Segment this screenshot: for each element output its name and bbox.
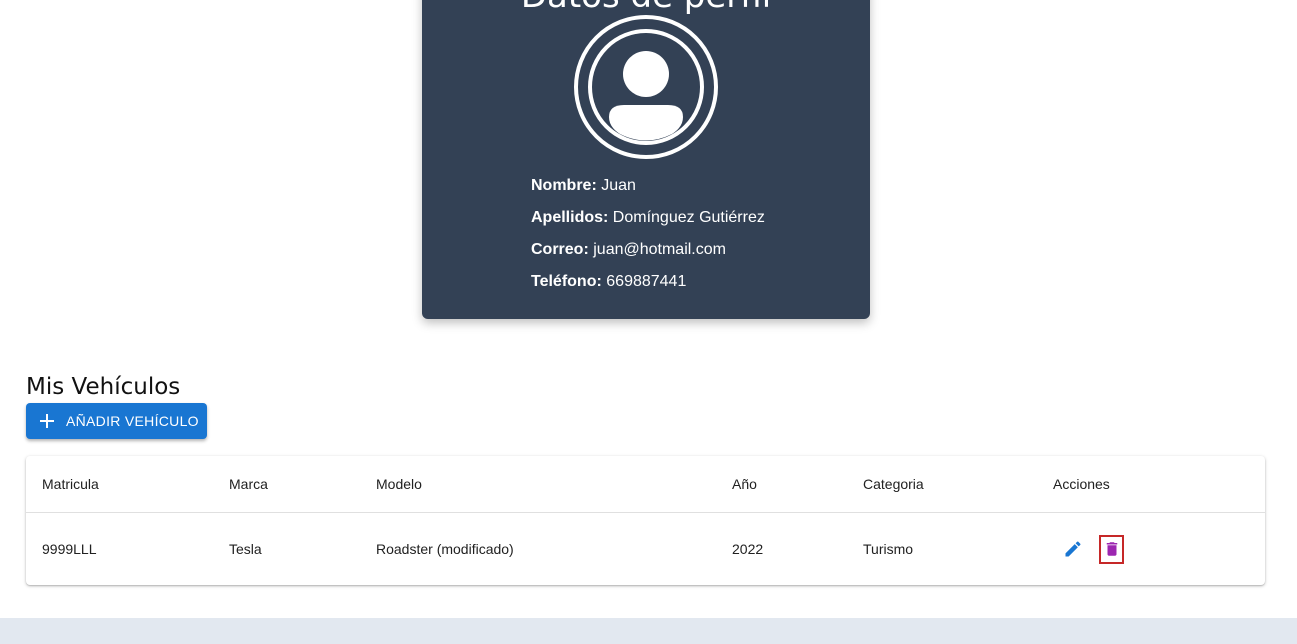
column-header-anio: Año bbox=[732, 456, 863, 513]
profile-name-row: Nombre: Juan bbox=[531, 176, 765, 208]
table-row: 9999LLL Tesla Roadster (modificado) 2022… bbox=[26, 513, 1265, 586]
add-vehicle-button[interactable]: AÑADIR VEHÍCULO bbox=[26, 403, 207, 439]
cell-modelo: Roadster (modificado) bbox=[376, 541, 514, 557]
profile-info: Nombre: Juan Apellidos: Domínguez Gutiér… bbox=[531, 176, 765, 304]
column-header-matricula: Matricula bbox=[26, 456, 229, 513]
profile-card: Datos de perfil Nombre: Juan Apellidos: … bbox=[422, 0, 870, 319]
phone-label: Teléfono: bbox=[531, 273, 602, 290]
trash-icon bbox=[1106, 542, 1117, 556]
profile-title: Datos de perfil bbox=[422, 0, 870, 16]
user-avatar-icon bbox=[574, 15, 718, 159]
pencil-icon bbox=[1065, 541, 1081, 557]
surname-label: Apellidos: bbox=[531, 209, 609, 226]
row-actions bbox=[1053, 534, 1265, 564]
vehicles-table: Matricula Marca Modelo Año Categoria Acc… bbox=[26, 456, 1265, 585]
column-header-acciones: Acciones bbox=[1053, 456, 1265, 513]
column-header-marca: Marca bbox=[229, 456, 376, 513]
email-value: juan@hotmail.com bbox=[593, 241, 726, 258]
cell-marca: Tesla bbox=[229, 541, 262, 557]
footer-strip bbox=[0, 618, 1297, 644]
vehicles-title: Mis Vehículos bbox=[26, 374, 181, 400]
profile-email-row: Correo: juan@hotmail.com bbox=[531, 240, 765, 272]
profile-surname-row: Apellidos: Domínguez Gutiérrez bbox=[531, 208, 765, 240]
cell-categoria: Turismo bbox=[863, 541, 914, 557]
surname-value: Domínguez Gutiérrez bbox=[612, 209, 765, 226]
cell-anio: 2022 bbox=[732, 541, 764, 557]
plus-icon bbox=[40, 414, 54, 428]
name-label: Nombre: bbox=[531, 177, 597, 194]
phone-value: 669887441 bbox=[606, 273, 687, 290]
edit-button[interactable] bbox=[1061, 537, 1085, 561]
name-value: Juan bbox=[601, 177, 636, 194]
cell-matricula: 9999LLL bbox=[42, 541, 97, 557]
add-vehicle-label: AÑADIR VEHÍCULO bbox=[66, 413, 199, 429]
profile-phone-row: Teléfono: 669887441 bbox=[531, 272, 765, 304]
table-header-row: Matricula Marca Modelo Año Categoria Acc… bbox=[26, 456, 1265, 513]
column-header-modelo: Modelo bbox=[376, 456, 732, 513]
email-label: Correo: bbox=[531, 241, 589, 258]
delete-button[interactable] bbox=[1099, 534, 1124, 564]
cell-actions bbox=[1053, 513, 1265, 586]
column-header-categoria: Categoria bbox=[863, 456, 1053, 513]
